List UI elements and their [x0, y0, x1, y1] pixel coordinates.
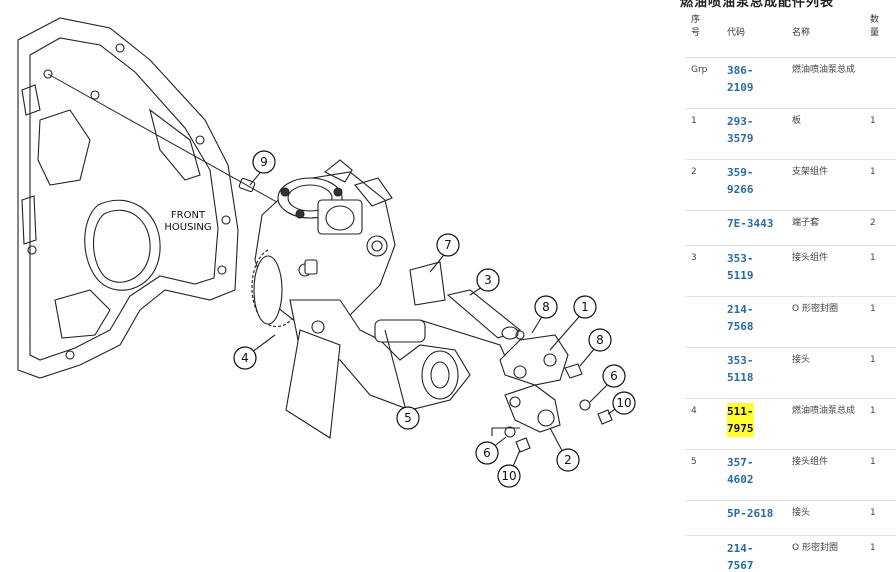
- part-code-link[interactable]: 5P-2618: [727, 505, 773, 522]
- table-row: 1 293- 3579 板 1: [685, 108, 896, 160]
- part-code-link[interactable]: 359- 9266: [727, 164, 754, 198]
- parts-list-panel: 燃油喷油泵总成配件列表 序号 代码 名称 数量 Grp 386- 2109 燃油喷…: [680, 0, 896, 572]
- row-name: O 形密封圈: [786, 535, 862, 572]
- callout-6a[interactable]: 6: [602, 364, 626, 388]
- svg-text:10: 10: [616, 396, 631, 410]
- callout-8a[interactable]: 8: [534, 295, 558, 319]
- callout-8b[interactable]: 8: [588, 328, 612, 352]
- row-no: 2: [685, 159, 721, 211]
- housing-label-1: FRONT: [171, 210, 206, 221]
- part-code-link[interactable]: 214- 7568: [727, 301, 754, 335]
- svg-text:10: 10: [501, 469, 516, 483]
- callout-10a[interactable]: 10: [612, 391, 636, 415]
- row-qty: 1: [862, 159, 896, 211]
- svg-text:5: 5: [404, 411, 412, 425]
- header-no: 序号: [685, 10, 721, 58]
- part-code-link[interactable]: 7E-3443: [727, 215, 773, 232]
- row-no: Grp: [685, 57, 721, 109]
- row-no: [685, 296, 721, 348]
- row-qty: 1: [862, 398, 896, 450]
- row-no: [685, 500, 721, 536]
- callout-3[interactable]: 3: [476, 268, 500, 292]
- row-qty: [862, 57, 896, 109]
- part-code-link[interactable]: 353- 5118: [727, 352, 754, 386]
- row-no: 4: [685, 398, 721, 450]
- svg-text:4: 4: [241, 351, 249, 365]
- table-header-row: 序号 代码 名称 数量: [685, 10, 896, 58]
- svg-text:6: 6: [610, 369, 618, 383]
- svg-text:2: 2: [564, 453, 572, 467]
- row-name: 燃油喷油泵总成: [786, 57, 862, 109]
- row-no: [685, 535, 721, 572]
- row-no: 3: [685, 245, 721, 297]
- table-row-selected: 4 511- 7975 燃油喷油泵总成 1: [685, 398, 896, 450]
- row-qty: 1: [862, 500, 896, 536]
- table-row: 214- 7567 O 形密封圈 1: [685, 535, 896, 572]
- part-code-link-highlighted[interactable]: 511- 7975: [727, 402, 754, 437]
- diagram-svg: FRONT HOUSING 9 7 3 8 1 8 4 5 6 10 2 6 1…: [17, 17, 636, 488]
- svg-text:6: 6: [483, 446, 491, 460]
- callout-2[interactable]: 2: [556, 448, 580, 472]
- part-code-link[interactable]: 214- 7567: [727, 540, 754, 572]
- svg-text:3: 3: [484, 273, 492, 287]
- row-qty: 2: [862, 210, 896, 246]
- row-name: 支架组件: [786, 159, 862, 211]
- table-row: 2 359- 9266 支架组件 1: [685, 159, 896, 211]
- part-code-link[interactable]: 386- 2109: [727, 62, 754, 96]
- table-row: 5 357- 4602 接头组件 1: [685, 449, 896, 501]
- housing-label-2: HOUSING: [164, 222, 211, 233]
- table-row: 7E-3443 端子套 2: [685, 210, 896, 246]
- panel-title: 燃油喷油泵总成配件列表: [680, 0, 835, 10]
- row-no: 5: [685, 449, 721, 501]
- alignment-line: [47, 73, 301, 216]
- callout-1[interactable]: 1: [573, 295, 597, 319]
- row-qty: 1: [862, 296, 896, 348]
- row-name: O 形密封圈: [786, 296, 862, 348]
- callout-9[interactable]: 9: [252, 150, 276, 174]
- callout-7[interactable]: 7: [436, 233, 460, 257]
- front-housing-drawing: [17, 17, 239, 379]
- table-row: 214- 7568 O 形密封圈 1: [685, 296, 896, 348]
- svg-text:8: 8: [542, 300, 550, 314]
- svg-text:9: 9: [260, 155, 268, 169]
- exploded-parts-diagram: FRONT HOUSING 9 7 3 8 1 8 4 5 6 10 2 6 1…: [0, 0, 680, 572]
- part-code-link[interactable]: 293- 3579: [727, 113, 754, 147]
- svg-text:8: 8: [596, 333, 604, 347]
- row-no: [685, 347, 721, 399]
- row-name: 板: [786, 108, 862, 160]
- table-row: 353- 5118 接头 1: [685, 347, 896, 399]
- row-name: 接头组件: [786, 449, 862, 501]
- row-qty: 1: [862, 347, 896, 399]
- fuel-pump-drawing: [238, 159, 625, 477]
- header-code: 代码: [721, 10, 786, 58]
- part-code-link[interactable]: 353- 5119: [727, 250, 754, 284]
- table-row: 3 353- 5119 接头组件 1: [685, 245, 896, 297]
- row-qty: 1: [862, 245, 896, 297]
- row-qty: 1: [862, 535, 896, 572]
- table-row: 5P-2618 接头 1: [685, 500, 896, 536]
- row-no: 1: [685, 108, 721, 160]
- row-no: [685, 210, 721, 246]
- svg-text:7: 7: [444, 238, 452, 252]
- table-row: Grp 386- 2109 燃油喷油泵总成: [685, 57, 896, 109]
- header-name: 名称: [786, 10, 862, 58]
- row-qty: 1: [862, 108, 896, 160]
- row-name: 接头组件: [786, 245, 862, 297]
- callout-10b[interactable]: 10: [497, 464, 521, 488]
- part-code-link[interactable]: 357- 4602: [727, 454, 754, 488]
- callout-5[interactable]: 5: [396, 406, 420, 430]
- row-name: 接头: [786, 500, 862, 536]
- row-qty: 1: [862, 449, 896, 501]
- row-name: 接头: [786, 347, 862, 399]
- parts-table: 序号 代码 名称 数量 Grp 386- 2109 燃油喷油泵总成 1 293- 3…: [685, 10, 896, 572]
- callout-4[interactable]: 4: [233, 346, 257, 370]
- row-name: 燃油喷油泵总成: [786, 398, 862, 450]
- callout-6b[interactable]: 6: [475, 441, 499, 465]
- header-qty: 数量: [862, 10, 896, 58]
- svg-text:1: 1: [581, 300, 589, 314]
- row-name: 端子套: [786, 210, 862, 246]
